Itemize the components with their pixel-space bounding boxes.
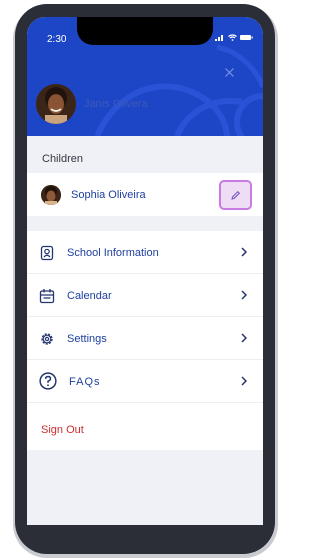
menu-item-label: School Information [67, 247, 159, 259]
menu-item-calendar[interactable]: Calendar [27, 274, 263, 317]
close-button[interactable] [222, 65, 236, 79]
question-circle-icon [39, 372, 57, 390]
child-avatar [41, 185, 61, 205]
status-time: 2:30 [47, 34, 67, 45]
user-avatar-image [36, 84, 76, 124]
profile-header: 2:30 Janis Olivera [27, 17, 263, 136]
sign-out-label: Sign Out [41, 424, 84, 436]
children-section-title: Children [42, 153, 83, 165]
child-row[interactable]: Sophia Oliveira [27, 173, 263, 216]
sign-out-button[interactable]: Sign Out [27, 409, 263, 450]
child-avatar-image [41, 185, 61, 205]
menu-item-label: Settings [67, 333, 107, 345]
chevron-right-icon [241, 290, 247, 300]
device-bottom-bezel [27, 525, 263, 547]
menu-item-label: FAQs [69, 376, 101, 388]
app-screen: 2:30 Janis Olivera Children Sophia Olive… [27, 17, 263, 525]
wifi-icon [228, 34, 237, 41]
menu-item-school-information[interactable]: School Information [27, 231, 263, 274]
battery-icon [240, 35, 253, 40]
calendar-icon [39, 289, 55, 304]
user-name: Janis Olivera [84, 98, 148, 110]
signal-icon [215, 35, 223, 41]
school-badge-icon [40, 245, 54, 261]
status-icons [215, 34, 253, 41]
main-menu: School Information Calendar Settings FAQ… [27, 231, 263, 450]
menu-item-settings[interactable]: Settings [27, 317, 263, 360]
chevron-right-icon [241, 333, 247, 343]
user-avatar [36, 84, 76, 124]
pencil-icon [231, 190, 241, 200]
chevron-right-icon [241, 376, 247, 386]
chevron-right-icon [241, 247, 247, 257]
child-name: Sophia Oliveira [71, 189, 146, 201]
close-icon [224, 67, 234, 77]
menu-item-faqs[interactable]: FAQs [27, 360, 263, 403]
edit-child-button[interactable] [219, 180, 252, 210]
device-notch [77, 17, 213, 45]
menu-item-label: Calendar [67, 290, 112, 302]
gear-icon [41, 333, 53, 345]
